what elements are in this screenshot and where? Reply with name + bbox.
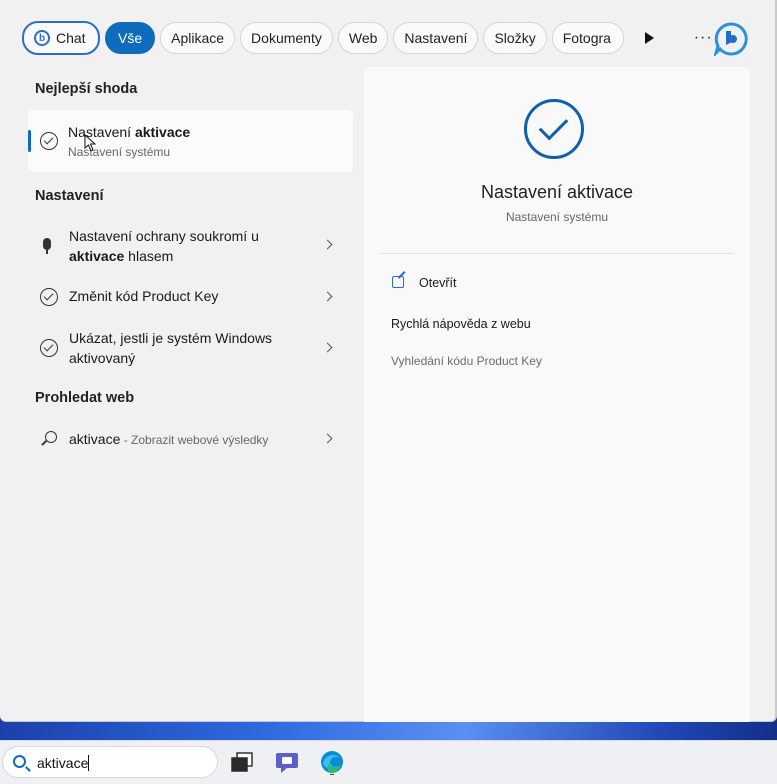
filter-web-label: Web — [348, 30, 378, 46]
web-search-heading: Prohledat web — [35, 390, 135, 406]
teams-chat-icon[interactable] — [274, 749, 300, 775]
settings-item-label: Změnit kód Product Key — [69, 288, 219, 304]
web-help-heading: Rychlá nápověda z webu — [391, 317, 531, 331]
task-view-icon[interactable] — [229, 749, 255, 775]
chevron-right-icon — [322, 342, 333, 353]
bing-logo-icon[interactable] — [714, 22, 748, 56]
web-search-label: aktivace - Zobrazit webové výsledky — [69, 431, 269, 447]
filter-apps[interactable]: Aplikace — [160, 22, 236, 54]
taskbar-search-box[interactable]: aktivace — [2, 746, 218, 778]
filter-photos[interactable]: Fotogra — [551, 22, 624, 54]
check-circle-icon — [40, 339, 58, 357]
filter-documents-label: Dokumenty — [251, 30, 322, 46]
filter-all-label: Vše — [118, 30, 143, 46]
filter-settings[interactable]: Nastavení — [393, 22, 479, 54]
chevron-right-icon — [322, 291, 333, 302]
settings-item-voice-privacy[interactable]: Nastavení ochrany soukromí u aktivace hl… — [28, 226, 353, 268]
web-search-item[interactable]: aktivace - Zobrazit webové výsledky — [28, 429, 353, 451]
preview-pane: Nastavení aktivace Nastavení systému Ote… — [364, 67, 750, 722]
check-circle-icon — [40, 288, 58, 306]
activation-check-icon — [524, 99, 584, 159]
best-match-heading: Nejlepší shoda — [35, 81, 138, 97]
filter-chat-label: Chat — [56, 30, 86, 46]
settings-heading: Nastavení — [35, 188, 104, 204]
preview-subtitle: Nastavení systému — [505, 210, 609, 224]
open-action[interactable]: Otevřít — [419, 276, 457, 290]
taskbar: aktivace — [0, 740, 777, 784]
filter-documents[interactable]: Dokumenty — [240, 22, 333, 54]
selection-indicator — [28, 130, 31, 152]
more-options-icon[interactable]: ··· — [694, 29, 713, 47]
edge-browser-icon[interactable] — [319, 749, 345, 775]
scroll-right-icon[interactable] — [644, 32, 654, 44]
filter-settings-label: Nastavení — [404, 30, 468, 46]
settings-item-label: Ukázat, jestli je systém Windows aktivov… — [69, 330, 273, 366]
search-icon — [13, 755, 26, 768]
chevron-right-icon — [322, 433, 333, 444]
search-panel: b Chat Vše Aplikace Dokumenty Web Nastav… — [0, 0, 777, 722]
filter-chat[interactable]: b Chat — [22, 21, 100, 55]
microphone-icon — [43, 238, 51, 254]
search-icon — [45, 431, 57, 443]
best-match-item[interactable]: Nastavení aktivace Nastavení systému — [28, 110, 353, 172]
filter-bar: b Chat Vše Aplikace Dokumenty Web Nastav… — [22, 20, 762, 56]
filter-folders-label: Složky — [494, 30, 536, 46]
open-external-icon[interactable] — [392, 276, 404, 288]
divider — [379, 253, 734, 254]
settings-item-windows-activated[interactable]: Ukázat, jestli je systém Windows aktivov… — [28, 328, 353, 370]
taskbar-search-input[interactable]: aktivace — [37, 755, 90, 771]
chevron-right-icon — [322, 239, 333, 250]
text-caret — [88, 755, 90, 771]
filter-folders[interactable]: Složky — [483, 22, 547, 54]
settings-item-label: Nastavení ochrany soukromí u aktivace hl… — [69, 228, 259, 264]
check-circle-icon — [40, 132, 58, 150]
bing-chat-icon: b — [34, 30, 50, 46]
filter-web[interactable]: Web — [337, 22, 389, 54]
web-help-link[interactable]: Vyhledání kódu Product Key — [391, 354, 542, 368]
filter-photos-label: Fotogra — [562, 30, 611, 46]
filter-all[interactable]: Vše — [105, 22, 156, 54]
mouse-cursor-icon — [84, 134, 96, 152]
filter-apps-label: Aplikace — [171, 30, 225, 46]
preview-title: Nastavení aktivace — [480, 182, 634, 202]
settings-item-product-key[interactable]: Změnit kód Product Key — [28, 286, 353, 308]
